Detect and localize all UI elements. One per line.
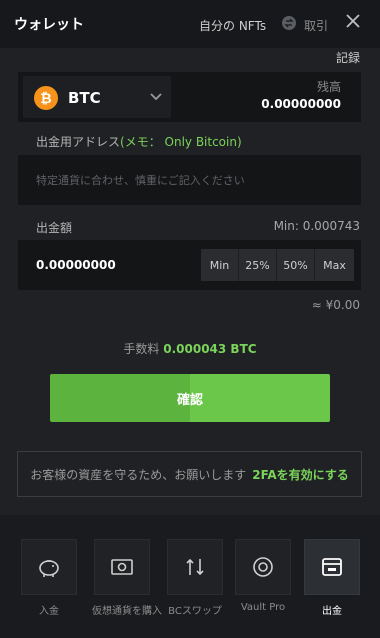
bottom-nav: 入金 仮想通貨を購入 BCスワップ Vault Pro 出金 (0, 515, 380, 638)
nav-buy-crypto[interactable]: 仮想通貨を購入 (92, 539, 162, 617)
amount-label: 出金額 (36, 221, 73, 235)
amount-min: Min: 0.000743 (273, 219, 360, 233)
confirm-button[interactable]: 確認 (50, 374, 330, 422)
nav-withdraw[interactable]: 出金 (302, 539, 362, 617)
chevron-down-icon (150, 93, 162, 101)
fee-value: 0.000043 BTC (163, 342, 257, 356)
piggy-bank-icon (39, 560, 59, 577)
fee-label: 手数料 (123, 342, 160, 356)
address-memo: (メモ： Only Bitcoin) (120, 135, 242, 149)
amount-max-button[interactable]: Max (315, 249, 354, 281)
record-link[interactable]: 記録 (336, 49, 360, 66)
swap-icon (186, 558, 204, 576)
amount-quick-buttons: Min 25% 50% Max (201, 249, 354, 281)
banknote-icon (111, 559, 133, 575)
my-nfts-link[interactable]: 自分の NFTs (199, 17, 266, 34)
nav-tile[interactable] (94, 539, 150, 595)
amount-field[interactable]: 0.00000000 Min 25% 50% Max (18, 240, 361, 290)
transactions-link[interactable]: 取引 (304, 17, 328, 34)
currency-select[interactable]: ₿ BTC (23, 76, 171, 118)
amount-value[interactable]: 0.00000000 (36, 258, 116, 272)
balance-label: 残高 (316, 80, 341, 94)
address-input[interactable] (18, 155, 361, 205)
currency-name: BTC (68, 89, 101, 107)
nav-label: Vault Pro (240, 602, 286, 613)
page-title: ウォレット (14, 17, 84, 33)
top-bar: ウォレット 自分の NFTs 取引 (0, 0, 380, 48)
bitcoin-icon: ₿ (34, 86, 58, 110)
close-icon[interactable] (346, 14, 360, 28)
nav-tile[interactable] (235, 539, 291, 595)
nav-bc-swap[interactable]: BCスワップ (165, 539, 225, 617)
fiat-equivalent: ≈ ¥0.00 (311, 298, 360, 312)
nav-tile[interactable] (167, 539, 223, 595)
fee-line: 手数料 0.000043 BTC (0, 340, 380, 357)
transactions-icon[interactable] (281, 15, 297, 31)
amount-min-button[interactable]: Min (201, 249, 239, 281)
balance-card: ₿ BTC 残高 0.00000000 (18, 72, 361, 122)
twofa-banner: お客様の資産を守るため、お願いします 2FAを有効にする (17, 451, 362, 497)
amount-50-button[interactable]: 50% (277, 249, 315, 281)
withdraw-icon (322, 558, 342, 576)
balance-value: 0.00000000 (261, 97, 341, 111)
nav-vault-pro[interactable]: Vault Pro (233, 539, 293, 613)
nav-deposit[interactable]: 入金 (19, 539, 79, 617)
amount-25-button[interactable]: 25% (239, 249, 277, 281)
enable-2fa-link[interactable]: 2FAを有効にする (252, 466, 349, 483)
nav-label: 入金 (39, 606, 59, 617)
twofa-text: お客様の資産を守るため、お願いします (30, 467, 247, 482)
vault-icon (253, 557, 273, 577)
nav-label: 仮想通貨を購入 (92, 606, 162, 617)
address-label: 出金用アドレス(メモ： Only Bitcoin) (36, 135, 242, 149)
nav-tile[interactable] (304, 539, 360, 595)
nav-label: 出金 (322, 606, 342, 617)
nav-tile[interactable] (21, 539, 77, 595)
svg-text:₿: ₿ (40, 91, 51, 107)
nav-label: BCスワップ (168, 606, 222, 617)
